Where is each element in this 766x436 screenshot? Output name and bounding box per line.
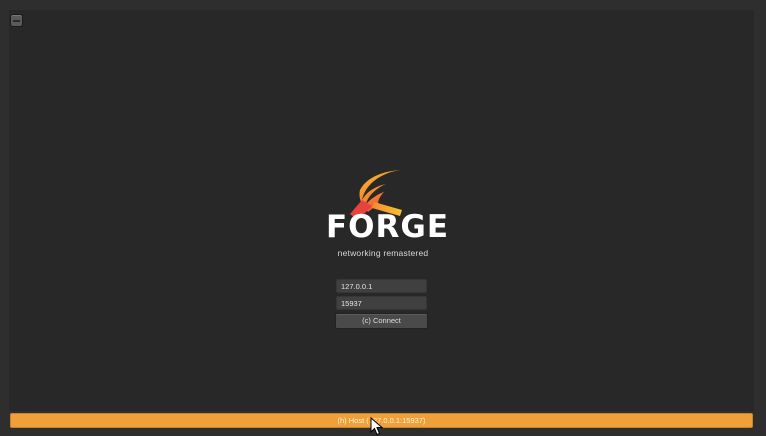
connect-button[interactable]: (c) Connect <box>335 313 428 329</box>
ip-address-input[interactable] <box>336 279 427 293</box>
pointer-cursor-icon <box>370 417 384 436</box>
logo-tagline: networking remastered <box>337 248 429 258</box>
port-input[interactable] <box>336 296 427 310</box>
logo-wordmark: FORGE <box>326 209 450 245</box>
minimize-icon[interactable] <box>10 14 23 27</box>
